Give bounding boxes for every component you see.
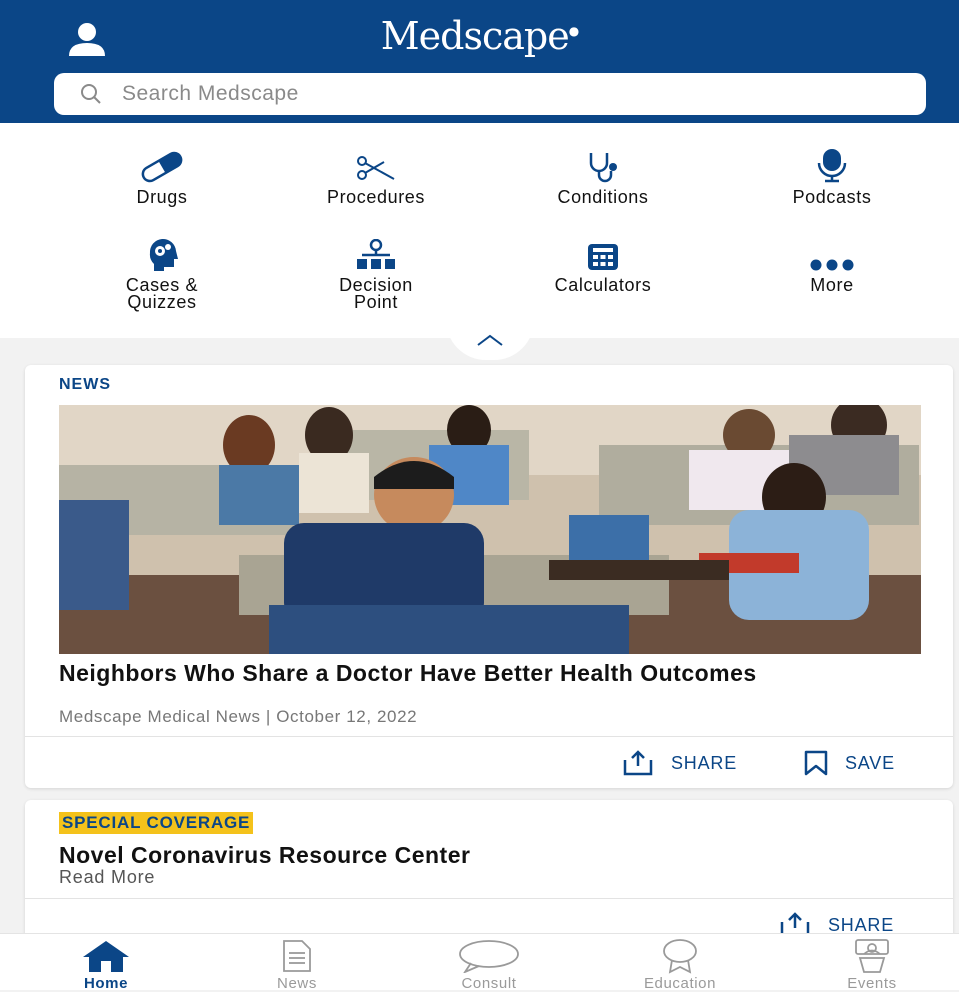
bottom-tab-bar: Home News Consult Education Events [0,933,959,992]
quick-link-drugs[interactable]: Drugs [57,143,267,206]
news-headline[interactable]: Neighbors Who Share a Doctor Have Better… [59,661,909,686]
collapse-grid-button[interactable] [446,320,534,360]
quick-link-podcasts[interactable]: Podcasts [727,143,937,206]
quick-link-more[interactable]: More [727,231,937,294]
quick-link-procedures[interactable]: Procedures [271,143,481,206]
quick-link-cases-quizzes[interactable]: Cases & Quizzes [57,231,267,311]
quick-links-grid: Drugs Procedures Conditions Podcasts Cas… [0,123,959,338]
more-dots-icon [810,259,854,271]
quick-link-conditions[interactable]: Conditions [498,143,708,206]
home-icon [83,941,129,972]
search-bar[interactable] [54,73,926,115]
medscape-logo[interactable]: Medscape● [0,14,959,58]
search-icon [81,84,101,104]
share-button[interactable]: SHARE [621,750,737,776]
news-kicker: NEWS [59,376,111,393]
chevron-up-icon [477,334,503,346]
quick-link-decision-point[interactable]: Decision Point [271,231,481,311]
presenter-icon [855,939,889,973]
special-coverage-title[interactable]: Novel Coronavirus Resource Center [59,842,470,869]
news-card[interactable]: NEWS Neighbors Who Share a Doctor Have B… [25,365,953,788]
news-photo[interactable] [59,405,921,654]
app-header: Medscape● [0,0,959,123]
card-divider [25,736,953,737]
calculator-icon [588,244,618,270]
share-icon [623,750,653,776]
save-label: SAVE [845,752,895,773]
tab-consult[interactable]: Consult [419,934,559,992]
read-more-link[interactable]: Read More [59,867,155,888]
tab-events[interactable]: Events [802,934,942,992]
news-meta: Medscape Medical News | October 12, 2022 [59,707,418,726]
tab-education[interactable]: Education [610,934,750,992]
waiting-room-illustration [59,405,921,654]
pill-icon [141,151,183,183]
tab-home[interactable]: Home [36,934,176,992]
microphone-icon [817,149,847,183]
head-gears-icon [149,238,178,271]
tab-news[interactable]: News [227,934,367,992]
special-coverage-card[interactable]: SPECIAL COVERAGE Novel Coronavirus Resou… [25,800,953,940]
quick-link-calculators[interactable]: Calculators [498,231,708,294]
bookmark-icon [804,750,828,776]
stethoscope-icon [589,153,617,183]
document-icon [283,940,311,972]
save-button[interactable]: SAVE [803,750,895,776]
special-coverage-kicker: SPECIAL COVERAGE [59,812,254,834]
org-chart-icon [357,239,395,269]
award-ribbon-icon [663,939,697,974]
scissors-icon [357,156,395,180]
share-label: SHARE [671,752,738,773]
chat-bubble-icon [459,940,519,973]
search-input[interactable] [120,81,884,107]
card-divider [25,898,953,899]
